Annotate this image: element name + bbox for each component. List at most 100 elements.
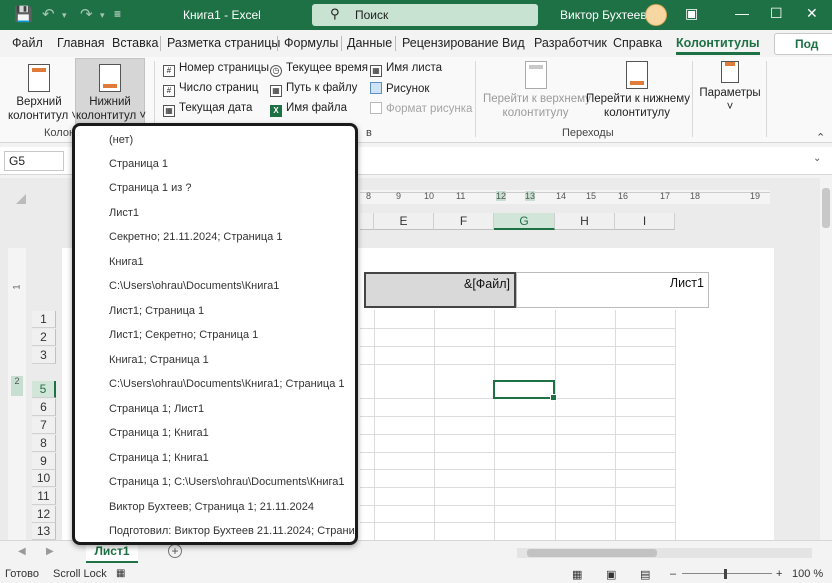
- column-header[interactable]: [360, 213, 374, 230]
- redo-dropdown-icon[interactable]: ▾: [100, 10, 105, 21]
- column-header-h[interactable]: H: [555, 213, 615, 230]
- minimize-icon[interactable]: —: [735, 5, 749, 21]
- format-picture-icon: [370, 102, 382, 114]
- row-header-selected[interactable]: 5: [32, 381, 56, 398]
- tab-review[interactable]: Рецензирование: [402, 36, 499, 50]
- dropdown-item[interactable]: C:\Users\ohrau\Documents\Книга1; Страниц…: [109, 378, 345, 390]
- undo-icon[interactable]: ↶: [42, 5, 55, 23]
- dropdown-item[interactable]: Лист1; Секретно; Страница 1: [109, 329, 258, 341]
- dropdown-item[interactable]: Страница 1; Книга1: [109, 427, 209, 439]
- row-header[interactable]: 11: [32, 488, 56, 505]
- row-header[interactable]: 1: [32, 311, 56, 328]
- select-all-corner-icon[interactable]: [16, 194, 26, 204]
- redo-icon[interactable]: ↷: [80, 5, 93, 23]
- row-header[interactable]: 7: [32, 417, 56, 434]
- options-button[interactable]: Параметры ˅: [698, 61, 762, 123]
- row-header[interactable]: 10: [32, 470, 56, 487]
- dropdown-item[interactable]: Лист1: [109, 207, 139, 219]
- header-center-cell[interactable]: &[Файл]: [364, 272, 516, 308]
- save-icon[interactable]: 💾: [14, 5, 33, 23]
- file-path-button[interactable]: ▦ Путь к файлу: [270, 82, 357, 97]
- row-header[interactable]: 13: [32, 523, 56, 540]
- search-box[interactable]: ⚲ Поиск: [312, 4, 538, 26]
- scrollbar-thumb[interactable]: [822, 188, 830, 228]
- column-header-g[interactable]: G: [494, 213, 555, 230]
- tab-insert[interactable]: Вставка: [112, 36, 158, 50]
- user-name[interactable]: Виктор Бухтеев: [560, 8, 647, 22]
- share-button[interactable]: Под: [774, 33, 832, 55]
- dropdown-item[interactable]: Страница 1 из ?: [109, 182, 191, 194]
- column-header-i[interactable]: I: [615, 213, 675, 230]
- current-date-button[interactable]: ▦ Текущая дата: [163, 102, 252, 117]
- zoom-slider[interactable]: [682, 573, 772, 574]
- zoom-in-icon[interactable]: +: [776, 568, 782, 580]
- row-header[interactable]: 9: [32, 453, 56, 470]
- tab-page-layout[interactable]: Разметка страницы: [167, 36, 280, 50]
- undo-dropdown-icon[interactable]: ▾: [62, 10, 67, 21]
- page-count-label: Число страниц: [179, 82, 259, 94]
- dropdown-item[interactable]: Страница 1; C:\Users\ohrau\Documents\Кни…: [109, 476, 345, 488]
- tab-developer[interactable]: Разработчик: [534, 36, 607, 50]
- page-count-icon: #: [163, 85, 175, 97]
- zoom-level[interactable]: 100 %: [792, 568, 823, 580]
- next-sheet-icon[interactable]: ▶: [46, 546, 54, 557]
- dropdown-item[interactable]: Страница 1; Книга1: [109, 452, 209, 464]
- zoom-out-icon[interactable]: –: [670, 568, 676, 580]
- tab-header-footer[interactable]: Колонтитулы: [676, 36, 760, 55]
- page-layout-view-icon[interactable]: ▣: [606, 568, 616, 581]
- page-count-button[interactable]: # Число страниц: [163, 82, 258, 97]
- header-button[interactable]: Верхний колонтитул ˅: [8, 61, 78, 123]
- expand-formula-icon[interactable]: ⌄: [813, 153, 821, 164]
- row-header[interactable]: 8: [32, 435, 56, 452]
- dropdown-item[interactable]: Книга1: [109, 256, 144, 268]
- dropdown-item[interactable]: Подготовил: Виктор Бухтеев 21.11.2024; С…: [109, 525, 355, 537]
- dropdown-item[interactable]: Книга1; Страница 1: [109, 354, 209, 366]
- page-break-view-icon[interactable]: ▤: [640, 568, 650, 581]
- dropdown-item[interactable]: Страница 1: [109, 158, 168, 170]
- close-icon[interactable]: ✕: [806, 5, 818, 22]
- collapse-ribbon-icon[interactable]: ⌃: [816, 131, 825, 144]
- add-sheet-icon[interactable]: +: [168, 544, 182, 558]
- goto-footer-button[interactable]: Перейти к нижнему колонтитулу: [586, 61, 690, 123]
- dropdown-item[interactable]: Виктор Бухтеев; Страница 1; 21.11.2024: [109, 501, 314, 513]
- column-header-e[interactable]: E: [374, 213, 434, 230]
- row-header[interactable]: 2: [32, 329, 56, 346]
- dropdown-item[interactable]: C:\Users\ohrau\Documents\Книга1: [109, 280, 279, 292]
- header-right-cell[interactable]: Лист1: [516, 272, 709, 308]
- row-header[interactable]: 6: [32, 399, 56, 416]
- normal-view-icon[interactable]: ▦: [572, 568, 582, 581]
- name-box[interactable]: G5: [4, 151, 64, 171]
- accessibility-icon[interactable]: ▦: [116, 568, 125, 579]
- zoom-slider-thumb[interactable]: [724, 569, 727, 579]
- tab-separator: [395, 36, 396, 51]
- page-number-button[interactable]: # Номер страницы: [163, 62, 269, 77]
- sheet-name-button[interactable]: ▦ Имя листа: [370, 62, 442, 77]
- selected-cell[interactable]: [493, 380, 557, 401]
- tab-view[interactable]: Вид: [502, 36, 525, 50]
- maximize-icon[interactable]: ☐: [770, 5, 783, 22]
- tab-data[interactable]: Данные: [347, 36, 392, 50]
- tab-formulas[interactable]: Формулы: [284, 36, 338, 50]
- dropdown-item[interactable]: Лист1; Страница 1: [109, 305, 204, 317]
- dropdown-item[interactable]: Страница 1; Лист1: [109, 403, 204, 415]
- vertical-scrollbar[interactable]: [820, 178, 832, 540]
- prev-sheet-icon[interactable]: ◀: [18, 546, 26, 557]
- dropdown-item[interactable]: Секретно; 21.11.2024; Страница 1: [109, 231, 282, 243]
- ribbon-display-icon[interactable]: ▣: [685, 5, 698, 22]
- scrollbar-thumb[interactable]: [527, 549, 657, 557]
- row-header[interactable]: 3: [32, 347, 56, 364]
- tab-home[interactable]: Главная: [57, 36, 105, 50]
- picture-button[interactable]: Рисунок: [370, 82, 429, 95]
- grid-line: [360, 434, 675, 435]
- current-time-button[interactable]: ◷ Текущее время: [270, 62, 368, 77]
- avatar[interactable]: [645, 4, 667, 26]
- horizontal-scrollbar[interactable]: [517, 548, 812, 558]
- row-header[interactable]: 12: [32, 506, 56, 523]
- tab-help[interactable]: Справка: [613, 36, 662, 50]
- customize-qat-icon[interactable]: ≡: [114, 7, 121, 21]
- tab-file[interactable]: Файл: [12, 36, 43, 50]
- dropdown-item[interactable]: (нет): [109, 134, 133, 146]
- column-header-f[interactable]: F: [434, 213, 494, 230]
- footer-button[interactable]: Нижний колонтитул ˅: [75, 58, 146, 124]
- file-name-button[interactable]: X Имя файла: [270, 102, 347, 117]
